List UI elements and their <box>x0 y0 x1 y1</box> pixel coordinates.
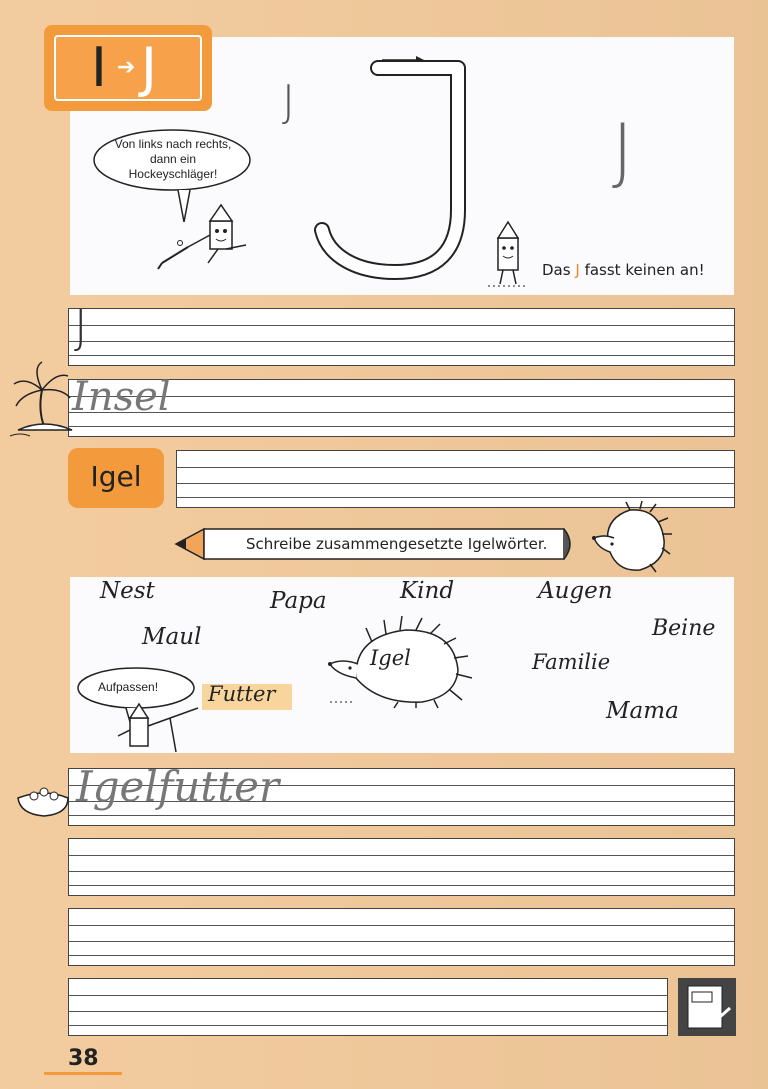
intro-caption: Das J fasst keinen an! <box>542 261 705 279</box>
word-papa: Papa <box>270 588 327 614</box>
caption-suffix: fasst keinen an! <box>584 261 705 279</box>
speech-bubble-text: Von links nach rechts, dann ein Hockeysc… <box>114 137 232 181</box>
page-number-underline <box>44 1072 122 1075</box>
word-beine: Beine <box>652 616 716 641</box>
igel-label: Igel <box>90 460 142 493</box>
pencil-hockey-character-icon <box>157 203 247 270</box>
word-maul: Maul <box>142 624 202 650</box>
palm-island-icon <box>9 361 73 437</box>
arrow-icon: ➔ <box>117 54 136 79</box>
letter-badge: I ➔ J <box>44 25 212 111</box>
aufpassen-text: Aufpassen! <box>98 680 159 694</box>
practice-sample-j: J <box>74 300 88 354</box>
igel-label-box: Igel <box>68 448 164 508</box>
pencil-character-icon <box>488 220 528 287</box>
word-mama: Mama <box>606 698 679 724</box>
word-augen: Augen <box>538 578 613 604</box>
word-igel-center: Igel <box>370 646 411 670</box>
word-futter: Futter <box>208 682 276 706</box>
writing-lines-5[interactable] <box>68 908 735 966</box>
pointing-pencil-icon <box>117 702 199 753</box>
writing-lines-4[interactable] <box>68 838 735 896</box>
letter-small-left: J <box>282 76 295 127</box>
page-number: 38 <box>68 1046 99 1071</box>
word-kind: Kind <box>400 578 455 604</box>
badge-letter-i: I <box>91 36 107 99</box>
writing-lines-6[interactable] <box>68 978 668 1036</box>
big-j-outline <box>314 56 466 280</box>
food-bowl-icon <box>17 787 69 817</box>
hedgehog-icon <box>592 500 672 573</box>
word-familie: Familie <box>532 650 611 674</box>
practice-sample-igelfutter: Igelfutter <box>76 762 280 811</box>
word-nest: Nest <box>100 578 155 604</box>
caption-prefix: Das <box>542 261 571 279</box>
practice-sample-insel: Insel <box>72 374 171 420</box>
instruction-text: Schreibe zusammengesetzte Igelwörter. <box>246 535 548 553</box>
letter-small-right: J <box>612 108 634 192</box>
badge-letter-j: J <box>141 36 157 99</box>
caption-letter: J <box>575 261 580 279</box>
notebook-icon <box>678 978 736 1036</box>
writing-lines-1[interactable] <box>68 308 735 366</box>
